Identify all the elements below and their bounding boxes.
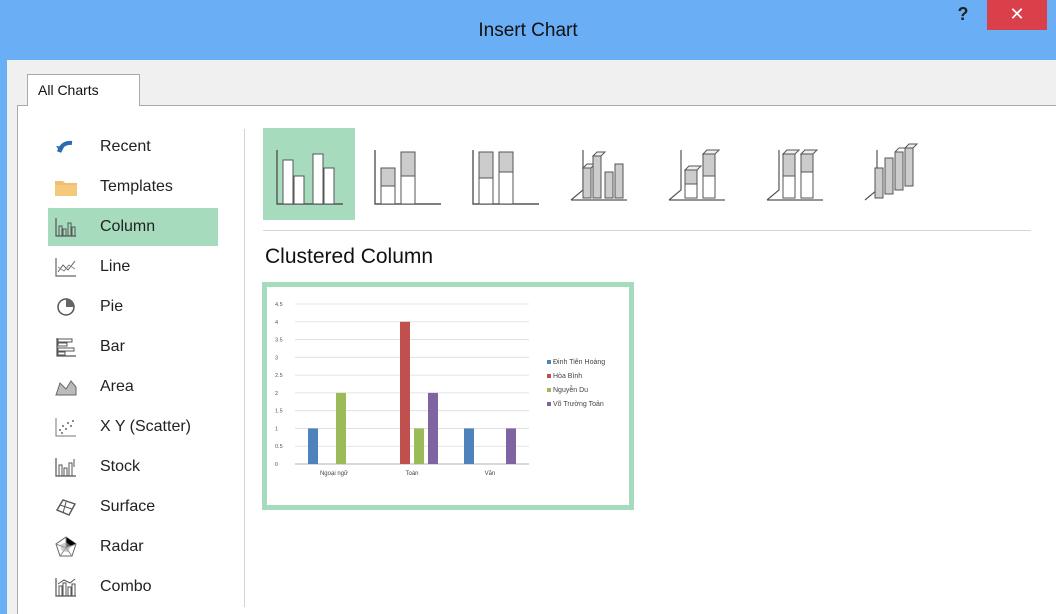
tab-all-charts[interactable]: All Charts — [27, 74, 140, 106]
sidebar-item-combo[interactable]: Combo — [48, 568, 218, 606]
sidebar-item-label: Templates — [100, 178, 173, 195]
legend-label: Đinh Tiên Hoàng — [553, 359, 606, 366]
y-tick-label: 3 — [275, 355, 278, 361]
bar — [428, 392, 438, 464]
sidebar-item-label: Bar — [100, 338, 125, 355]
y-tick-label: 1.5 — [275, 409, 283, 415]
sidebar-item-label: Pie — [100, 298, 124, 315]
surface-chart-icon — [54, 495, 78, 519]
y-tick-label: 4.5 — [275, 302, 283, 308]
legend-entry: Đinh Tiên Hoàng — [547, 359, 605, 366]
sidebar-item-label: X Y (Scatter) — [100, 418, 191, 435]
sidebar-item-label: Radar — [100, 538, 144, 555]
scatter-chart-icon — [54, 415, 78, 439]
clustered-column-icon — [276, 150, 343, 205]
sidebar-item-label: Stock — [100, 458, 141, 475]
area-chart-icon — [54, 375, 78, 399]
legend-swatch — [547, 360, 551, 365]
bar — [400, 321, 410, 464]
sidebar-item-surface[interactable]: Surface — [48, 488, 218, 526]
stacked-100-column-3d-icon — [766, 149, 823, 201]
folder-icon — [54, 175, 78, 199]
y-tick-label: 0.5 — [275, 444, 283, 450]
pie-chart-icon — [54, 295, 78, 319]
y-tick-label: 3.5 — [275, 338, 283, 344]
y-tick-label: 1 — [275, 426, 278, 432]
legend-entry: Nguyễn Du — [547, 387, 605, 394]
radar-chart-icon — [54, 535, 78, 559]
preview-title: Clustered Column — [265, 245, 434, 268]
insert-chart-window: Insert Chart ? ✕ All Charts Recent Templ… — [0, 0, 1056, 614]
sidebar-item-stock[interactable]: Stock — [48, 448, 218, 486]
x-tick-label: Toán — [405, 471, 418, 477]
column-3d-icon — [864, 143, 919, 201]
chart-legend: Đinh Tiên Hoàng Hòa Bình Nguyễn Du Võ Trườn… — [547, 359, 605, 415]
bar — [414, 428, 424, 464]
sidebar-item-label: Column — [100, 218, 156, 235]
y-tick-label: 2 — [275, 391, 278, 397]
dialog-body: All Charts Recent Templates Column Line … — [7, 60, 1056, 614]
y-tick-label: 2.5 — [275, 373, 283, 379]
stacked-column-icon — [374, 150, 441, 205]
subtype-3d-clustered-column[interactable] — [557, 128, 649, 220]
sidebar-divider — [244, 129, 245, 607]
sidebar-item-scatter[interactable]: X Y (Scatter) — [48, 408, 218, 446]
sidebar-item-column[interactable]: Column — [48, 208, 218, 246]
combo-chart-icon — [54, 575, 78, 599]
bar — [336, 392, 346, 464]
sidebar-item-label: Line — [100, 258, 131, 275]
clustered-column-3d-icon — [570, 150, 627, 201]
close-button[interactable]: ✕ — [987, 0, 1047, 30]
stock-chart-icon — [54, 455, 78, 479]
sidebar-item-pie[interactable]: Pie — [48, 288, 218, 326]
title-bar[interactable]: Insert Chart ? ✕ — [0, 0, 1056, 60]
legend-swatch — [547, 374, 551, 379]
help-button[interactable]: ? — [954, 4, 972, 26]
sidebar-item-bar[interactable]: Bar — [48, 328, 218, 366]
legend-entry: Võ Trường Toản — [547, 401, 605, 408]
sidebar-item-line[interactable]: Line — [48, 248, 218, 286]
legend-label: Hòa Bình — [553, 373, 583, 380]
bar — [506, 428, 516, 464]
sidebar-item-label: Recent — [100, 138, 151, 155]
legend-label: Nguyễn Du — [553, 387, 589, 394]
window-title: Insert Chart — [478, 20, 578, 41]
bar — [308, 428, 318, 464]
column-chart-icon — [54, 215, 78, 239]
legend-entry: Hòa Bình — [547, 373, 605, 380]
legend-swatch — [547, 388, 551, 393]
subtype-3d-stacked-column[interactable] — [655, 128, 747, 220]
bar — [464, 428, 474, 464]
subtype-3d-column[interactable] — [851, 128, 943, 220]
sidebar-item-label: Combo — [100, 578, 152, 595]
x-tick-label: Ngoại ngữ — [320, 471, 348, 477]
stacked-column-3d-icon — [668, 149, 725, 201]
sidebar-item-radar[interactable]: Radar — [48, 528, 218, 566]
sidebar-item-templates[interactable]: Templates — [48, 168, 218, 206]
subtype-stacked-column[interactable] — [361, 128, 453, 220]
tab-panel: Recent Templates Column Line Pie Bar Are… — [17, 105, 1056, 614]
sidebar-item-area[interactable]: Area — [48, 368, 218, 406]
stacked-100-column-icon — [472, 150, 539, 205]
chart-preview[interactable]: 0 0.5 1 1.5 2 2.5 3 3.5 4 4.5 Ngoại ngữ Toán Văn Đin… — [262, 282, 634, 510]
bar-chart-icon — [54, 335, 78, 359]
chart-type-list: Recent Templates Column Line Pie Bar Are… — [48, 126, 238, 606]
sidebar-item-label: Area — [100, 378, 134, 395]
x-tick-label: Văn — [485, 471, 496, 477]
gallery-divider — [263, 230, 1031, 231]
sidebar-item-label: Surface — [100, 498, 156, 515]
sidebar-item-recent[interactable]: Recent — [48, 128, 218, 166]
y-tick-label: 4 — [275, 320, 278, 326]
y-tick-label: 0 — [275, 462, 278, 468]
subtype-100-stacked-column[interactable] — [459, 128, 551, 220]
subtype-3d-100-stacked-column[interactable] — [753, 128, 845, 220]
line-chart-icon — [54, 255, 78, 279]
subtype-clustered-column[interactable] — [263, 128, 355, 220]
legend-label: Võ Trường Toản — [553, 401, 604, 408]
recent-icon — [54, 135, 78, 159]
legend-swatch — [547, 402, 551, 407]
